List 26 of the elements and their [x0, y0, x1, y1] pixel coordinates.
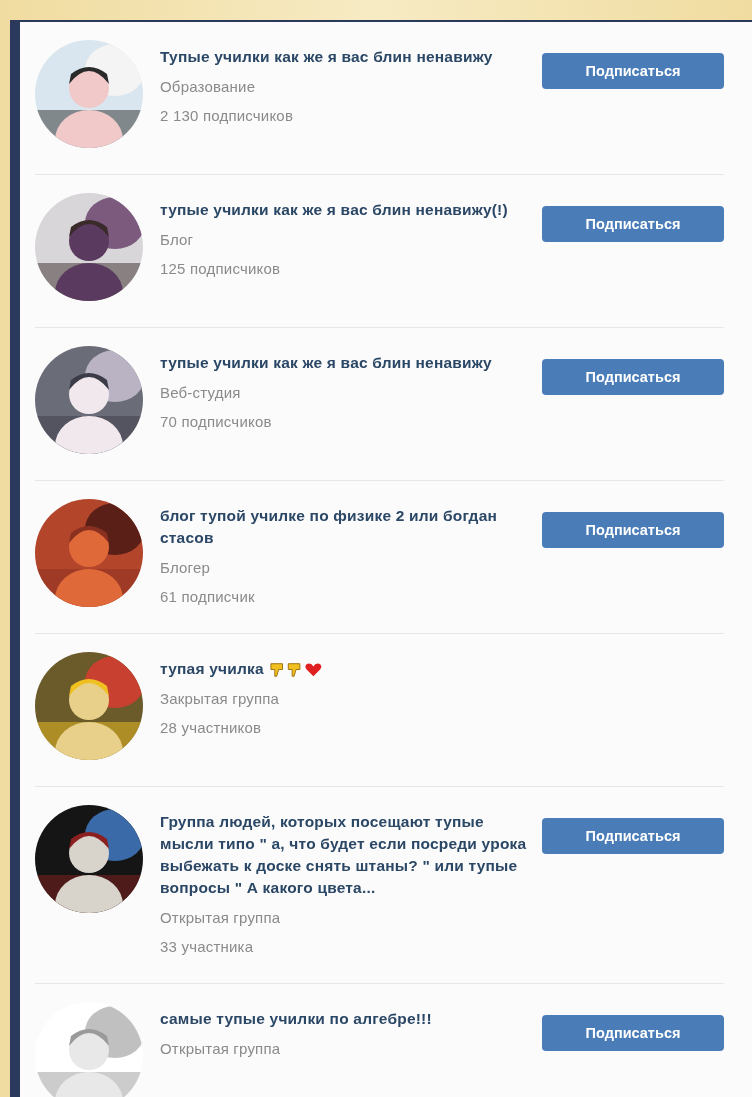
member-count: 70 подписчиков: [160, 412, 273, 432]
subscribe-button[interactable]: Подписаться: [542, 53, 724, 89]
subscribe-button[interactable]: Подписаться: [542, 359, 724, 395]
group-title[interactable]: тупые училки как же я вас блин ненавижу: [160, 352, 492, 374]
group-title[interactable]: блог тупой училке по физике 2 или богдан стасов: [160, 505, 530, 549]
group-category: Открытая группа: [160, 908, 282, 928]
group-category: Закрытая группа: [160, 689, 281, 709]
group-title[interactable]: тупая училка: [160, 658, 264, 680]
group-title[interactable]: тупые училки как же я вас блин ненавижу(!): [160, 199, 508, 221]
subscribe-button[interactable]: Подписаться: [542, 818, 724, 854]
group-category: Открытая группа: [160, 1039, 282, 1059]
member-count: 61 подписчик: [160, 587, 256, 607]
subscribe-button[interactable]: Подписаться: [542, 206, 724, 242]
group-title[interactable]: самые тупые училки по алгебре!!!: [160, 1008, 432, 1030]
group-category: Образование: [160, 77, 257, 97]
member-count: 125 подписчиков: [160, 259, 282, 279]
group-category: Блогер: [160, 558, 211, 578]
subscribe-button[interactable]: Подписаться: [542, 512, 724, 548]
group-category: Блог: [160, 230, 195, 250]
member-count: 2 130 подписчиков: [160, 106, 295, 126]
group-category: Веб-студия: [160, 383, 242, 403]
group-title[interactable]: Тупые училки как же я вас блин ненавижу: [160, 46, 493, 68]
member-count: 33 участника: [160, 937, 255, 957]
member-count: 28 участников: [160, 718, 263, 738]
subscribe-button[interactable]: Подписаться: [542, 1015, 724, 1051]
group-title[interactable]: Группа людей, которых посещают тупые мысли типо " а, что будет если посреди урока выбежать к доске снять штаны? " или тупые вопросы " А какого цвета...: [160, 811, 530, 899]
